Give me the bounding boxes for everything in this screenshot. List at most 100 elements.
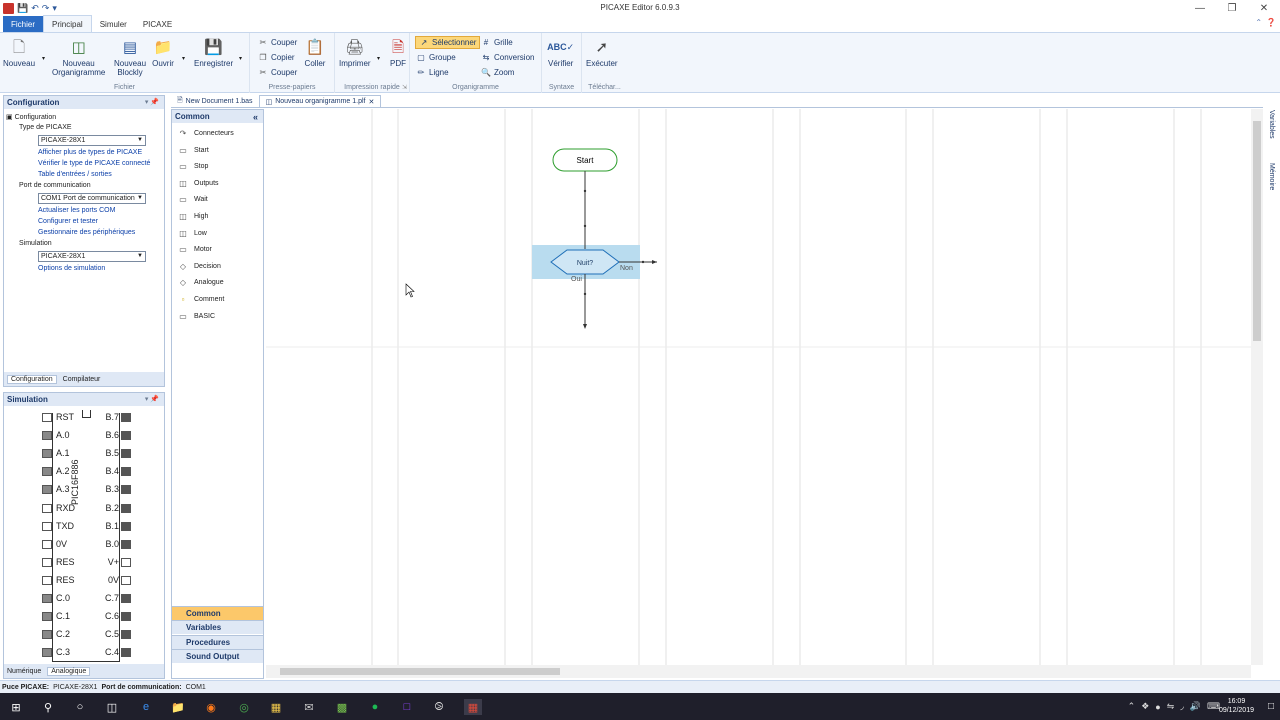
tab-numerique[interactable]: Numérique [7, 668, 41, 675]
link-options-simulation[interactable]: Options de simulation [38, 265, 105, 272]
app-circle-icon[interactable]: ⧁ [431, 699, 447, 715]
enregistrer-button[interactable]: 💾 Enregistrer [194, 37, 233, 69]
volume-icon[interactable]: 🔊 [1190, 701, 1201, 712]
tab-analogique[interactable]: Analogique [47, 666, 91, 676]
pin-input-toggle[interactable] [42, 539, 52, 549]
store-icon[interactable]: ▦ [268, 699, 284, 715]
pin-output-indicator[interactable] [121, 449, 131, 459]
vertical-scrollbar[interactable] [1251, 109, 1263, 665]
toolbox-item[interactable]: ▭ Wait [178, 194, 208, 205]
toolbox-item[interactable]: ↷ Connecteurs [178, 128, 234, 139]
firefox-icon[interactable]: ◉ [203, 699, 219, 715]
toolbox-item[interactable]: ◫ Low [178, 228, 207, 239]
pin-output-indicator[interactable] [121, 485, 131, 495]
help-icon[interactable]: ❓ [1266, 18, 1276, 27]
pin-output-indicator[interactable] [121, 431, 131, 441]
twitch-icon[interactable]: □ [399, 699, 415, 715]
link-actualiser-ports[interactable]: Actualiser les ports COM [38, 207, 115, 214]
tab-picaxe[interactable]: PICAXE [135, 16, 180, 32]
save-icon[interactable]: 💾 [17, 3, 28, 14]
tab-configuration[interactable]: Configuration [7, 374, 57, 384]
close-icon[interactable]: ✕ [1248, 0, 1280, 16]
collapse-icon[interactable]: « [253, 112, 258, 122]
link-table-es[interactable]: Table d'entrées / sorties [38, 171, 112, 178]
panel-pin-icon[interactable]: ▾ 📌 [145, 395, 159, 403]
task-view-icon[interactable]: ◫ [104, 699, 120, 715]
com-port-select[interactable]: COM1 Port de communication ▼ [38, 193, 146, 204]
pin-input-toggle[interactable] [42, 594, 52, 603]
couper-button[interactable]: ✂ Couper [258, 36, 298, 49]
nouveau-button[interactable]: 🗋 Nouveau [3, 37, 35, 69]
toolbox-category-sound[interactable]: Sound Output [172, 649, 263, 663]
memoire-panel-tab[interactable]: Mémoire [1268, 163, 1275, 190]
toolbox-item[interactable]: ▭ BASIC [178, 311, 215, 322]
pin-input-toggle[interactable] [42, 648, 52, 658]
toolbox-item[interactable]: ◫ Outputs [178, 178, 218, 189]
redo-icon[interactable]: ↷ [42, 3, 50, 14]
chrome-icon[interactable]: ◎ [236, 699, 252, 715]
customize-toolbar-icon[interactable]: ▾ [52, 3, 57, 14]
zoom-button[interactable]: 🔍 Zoom [481, 66, 514, 79]
pin-input-toggle[interactable] [42, 413, 52, 422]
pin-output-indicator[interactable] [121, 557, 131, 567]
copier-button[interactable]: ❐ Copier [258, 51, 294, 64]
link-verifier-type[interactable]: Vérifier le type de PICAXE connecté [38, 160, 150, 167]
pdf-button[interactable]: 🗎 PDF [387, 37, 409, 69]
pin-input-toggle[interactable] [42, 557, 52, 567]
close-icon[interactable]: ✕ [368, 98, 374, 106]
couper2-button[interactable]: ✂ Couper [258, 66, 298, 79]
pin-output-indicator[interactable] [121, 539, 131, 549]
edge-icon[interactable]: e [138, 699, 154, 715]
dropdown-arrow-icon[interactable]: ▾ [182, 55, 185, 62]
selectionner-button[interactable]: ↗ Sélectionner [415, 36, 481, 49]
windows-start-icon[interactable]: ⊞ [8, 699, 24, 715]
picaxe-type-select[interactable]: PICAXE-28X1 ▼ [38, 135, 146, 146]
pin-output-indicator[interactable] [121, 630, 131, 640]
app-icon[interactable]: ▩ [334, 699, 350, 715]
tree-simulation[interactable]: Simulation [19, 240, 52, 247]
toolbox-item[interactable]: ▭ Motor [178, 244, 212, 255]
grille-button[interactable]: # Grille [481, 36, 513, 49]
toolbox-category-common[interactable]: Common [172, 606, 263, 620]
toolbox-item[interactable]: ▫ Comment [178, 294, 225, 305]
toolbox-item[interactable]: ◫ High [178, 211, 208, 222]
simulation-type-select[interactable]: PICAXE-28X1 ▼ [38, 251, 146, 262]
pin-input-toggle[interactable] [42, 449, 52, 459]
dialog-launcher-icon[interactable]: ⇲ [402, 84, 407, 91]
pin-output-indicator[interactable] [121, 413, 131, 422]
pin-output-indicator[interactable] [121, 503, 131, 513]
search-icon[interactable]: ⚲ [40, 699, 56, 715]
toolbox-category-procedures[interactable]: Procedures [172, 635, 263, 649]
horizontal-scrollbar[interactable] [266, 665, 1251, 678]
tree-port[interactable]: Port de communication [19, 182, 91, 189]
conversion-button[interactable]: ⇆ Conversion [481, 51, 535, 64]
flowchart-canvas[interactable]: Start Nuit? Non Oui [266, 109, 1251, 665]
verifier-button[interactable]: ABC✓ Vérifier [547, 37, 574, 68]
dropbox-icon[interactable]: ❖ [1141, 701, 1149, 712]
dropdown-arrow-icon[interactable]: ▾ [377, 55, 380, 62]
tab-compilateur[interactable]: Compilateur [63, 376, 101, 383]
pin-output-indicator[interactable] [121, 467, 131, 477]
link-configurer-tester[interactable]: Configurer et tester [38, 218, 98, 225]
link-gestionnaire[interactable]: Gestionnaire des périphériques [38, 229, 135, 236]
tab-principal[interactable]: Principal [43, 15, 92, 32]
dropdown-arrow-icon[interactable]: ▾ [42, 55, 45, 62]
pin-output-indicator[interactable] [121, 648, 131, 658]
maximize-icon[interactable]: ❐ [1216, 0, 1248, 16]
tray-app-icon[interactable]: ● [1155, 702, 1160, 712]
undo-icon[interactable]: ↶ [31, 3, 39, 14]
groupe-button[interactable]: ▢ Groupe [416, 51, 455, 64]
mail-icon[interactable]: ✉ [301, 699, 317, 715]
tree-root[interactable]: ▣ Configuration [6, 113, 56, 121]
ligne-button[interactable]: ✏ Ligne [416, 66, 449, 79]
tab-simuler[interactable]: Simuler [92, 16, 135, 32]
variables-panel-tab[interactable]: Variables [1268, 110, 1275, 139]
picaxe-taskbar-icon[interactable]: ▦ [464, 699, 482, 715]
dropdown-arrow-icon[interactable]: ▾ [239, 55, 242, 62]
pin-output-indicator[interactable] [121, 575, 131, 585]
pin-input-toggle[interactable] [42, 431, 52, 441]
ribbon-collapse-icon[interactable]: ⌃ [1255, 18, 1262, 27]
pin-input-toggle[interactable] [42, 575, 52, 585]
toolbox-item[interactable]: ▭ Stop [178, 161, 208, 172]
notifications-icon[interactable]: □ [1268, 701, 1274, 712]
